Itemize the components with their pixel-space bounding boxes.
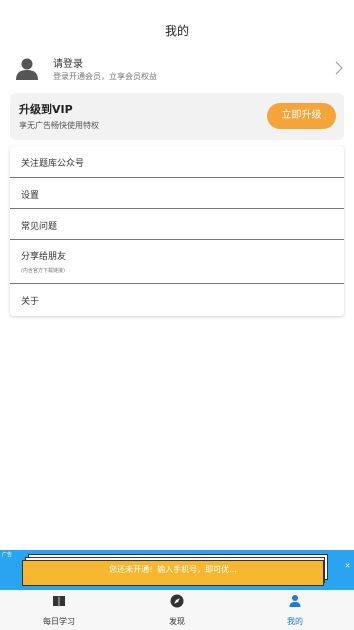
compass-icon <box>170 594 184 608</box>
vip-title: 升级到VIP <box>19 103 73 116</box>
page-title: 我的 <box>164 24 189 38</box>
tab-label: 发现 <box>169 617 185 626</box>
menu-item-label: 关于 <box>21 297 40 307</box>
tab-daily-study[interactable]: 每日学习 <box>0 590 118 630</box>
tab-mine[interactable]: 我的 <box>236 590 354 630</box>
chevron-right-icon <box>335 61 343 75</box>
menu-item-share[interactable]: 分享给朋友 (内含官方下载链接) <box>10 240 344 284</box>
menu-item-label: 常见问题 <box>21 222 58 232</box>
menu-item-note: (内含官方下载链接) <box>21 268 65 274</box>
ad-card[interactable]: 您还未开通！输入手机号，即可优... <box>22 560 324 586</box>
menu-item-label: 关注题库公众号 <box>21 159 85 169</box>
menu-item-label: 分享给朋友 <box>21 252 67 262</box>
login-subtitle: 登录开通会员，立享会员权益 <box>53 72 157 81</box>
login-profile-row[interactable]: 请登录 登录开通会员，立享会员权益 <box>0 50 354 90</box>
menu-item-follow-account[interactable]: 关注题库公众号 <box>10 146 344 178</box>
mine-page: 我的 请登录 登录开通会员，立享会员权益 升级到VIP 享无广告畅快使用特权 立… <box>0 0 354 630</box>
ad-banner[interactable]: 广告 您还未开通！输入手机号，即可优... ✕ <box>0 550 354 590</box>
tab-label: 每日学习 <box>43 617 75 626</box>
tab-discover[interactable]: 发现 <box>118 590 236 630</box>
vip-upgrade-card: 升级到VIP 享无广告畅快使用特权 立即升级 <box>10 93 344 140</box>
menu-item-faq[interactable]: 常见问题 <box>10 209 344 240</box>
close-icon[interactable]: ✕ <box>344 563 351 570</box>
menu-item-label: 设置 <box>21 191 40 201</box>
menu-item-about[interactable]: 关于 <box>10 284 344 316</box>
ad-tag: 广告 <box>2 552 13 558</box>
settings-menu: 关注题库公众号 设置 常见问题 分享给朋友 (内含官方下载链接) 关于 <box>10 146 344 316</box>
user-avatar-icon <box>16 58 38 80</box>
person-icon <box>289 595 301 607</box>
upgrade-now-button[interactable]: 立即升级 <box>267 103 336 129</box>
bottom-tab-bar: 每日学习 发现 我的 <box>0 590 354 630</box>
vip-subtitle: 享无广告畅快使用特权 <box>19 121 99 130</box>
login-prompt: 请登录 <box>53 59 83 70</box>
book-icon <box>53 596 65 607</box>
tab-label: 我的 <box>287 617 303 626</box>
menu-item-settings[interactable]: 设置 <box>10 178 344 209</box>
ad-text: 您还未开通！输入手机号，即可优... <box>109 565 237 574</box>
